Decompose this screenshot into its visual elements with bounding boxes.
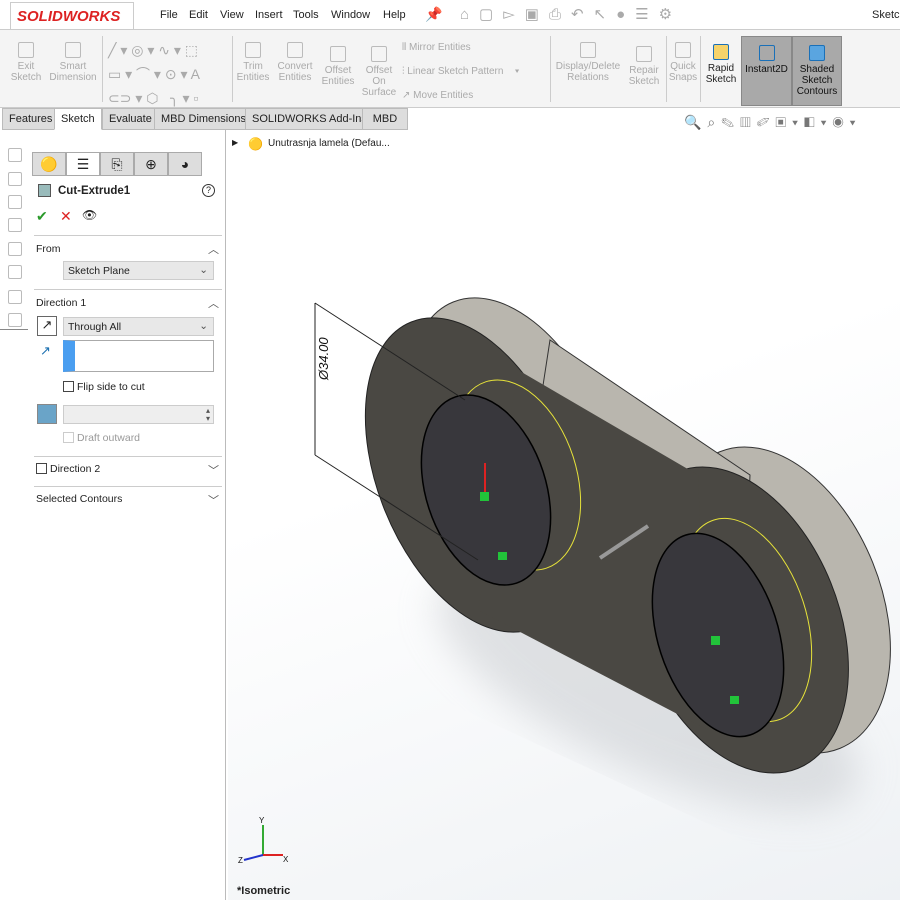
relation-icon	[498, 552, 507, 560]
exit-sketch-button[interactable]: Exit Sketch	[6, 42, 46, 83]
view-heads-up-toolbar[interactable]: 🔍⌕✎▥✐▣▾◧▾◉▾	[684, 114, 861, 131]
tab-evaluate[interactable]: Evaluate	[102, 108, 159, 130]
dimxpert-manager-tab[interactable]: ⊕	[134, 152, 168, 176]
dimxpert-icon[interactable]	[8, 242, 22, 256]
sketch-label: Sketch	[872, 9, 900, 21]
view-orientation-label: *Isometric	[237, 885, 291, 897]
smart-dimension-button[interactable]: Smart Dimension	[46, 42, 100, 83]
expand-icon[interactable]: ﹀	[208, 462, 219, 478]
collapse-icon[interactable]: ︿	[208, 295, 219, 311]
offset-entities-button[interactable]: Offset Entities	[318, 46, 358, 87]
menu-window[interactable]: Window	[331, 9, 370, 21]
trim-entities-button[interactable]: Trim Entities	[234, 42, 272, 83]
display-manager-tab[interactable]: ◕	[168, 152, 202, 176]
solidworks-logo[interactable]: SOLIDWORKS	[10, 2, 134, 30]
quick-snaps-button[interactable]: Quick Snaps	[667, 42, 699, 83]
tab-sketch[interactable]: Sketch	[54, 108, 102, 130]
property-manager: 🟡 ☰ ⎘ ⊕ ◕ Cut-Extrude1 ? ✔ ✕ 👁 From ︿ Sk…	[30, 130, 226, 900]
title-bar: SOLIDWORKS File Edit View Insert Tools W…	[0, 0, 900, 30]
property-manager-tab[interactable]: ☰	[66, 152, 100, 176]
tab-mbd-dimensions[interactable]: MBD Dimensions	[154, 108, 253, 130]
direction1-section-label[interactable]: Direction 1	[36, 297, 86, 309]
convert-entities-button[interactable]: Convert Entities	[274, 42, 316, 83]
draft-angle-spinner[interactable]: ▴ ▾	[63, 405, 214, 424]
diameter-dimension[interactable]: Ø34.00	[316, 337, 331, 381]
menu-help[interactable]: Help	[383, 9, 406, 21]
from-select[interactable]: Sketch Plane ⌄	[63, 261, 214, 280]
cut-extrude-icon	[38, 184, 51, 197]
expand-icon[interactable]: ﹀	[208, 492, 219, 508]
direction-arrow-icon: ↗	[40, 343, 51, 358]
chevron-down-icon: ⌄	[199, 264, 208, 276]
from-section-label[interactable]: From	[36, 243, 61, 255]
relation-icon	[730, 696, 739, 704]
menu-edit[interactable]: Edit	[189, 9, 208, 21]
svg-text:X: X	[283, 855, 289, 864]
rapid-sketch-button[interactable]: Rapid Sketch	[702, 44, 740, 85]
tab-solidworks-add-ins[interactable]: SOLIDWORKS Add-Ins	[245, 108, 374, 130]
feature-title: Cut-Extrude1	[58, 185, 131, 197]
command-tabs: Features Sketch Evaluate MBD Dimensions …	[0, 108, 410, 130]
tab-mbd[interactable]: MBD	[362, 108, 408, 130]
collapse-icon[interactable]: ︿	[208, 241, 219, 257]
svg-text:Y: Y	[259, 816, 265, 825]
repair-sketch-button[interactable]: Repair Sketch	[624, 46, 664, 87]
mirror-entities-button[interactable]: ⫴ Mirror Entities	[402, 42, 471, 53]
selected-contours-section-label[interactable]: Selected Contours	[36, 493, 122, 505]
display-delete-relations-button[interactable]: Display/Delete Relations	[555, 42, 621, 83]
dimxpert-toolbar	[0, 140, 28, 330]
triad-icon: Y X Z	[238, 816, 289, 865]
shaded-sketch-contours-button[interactable]: Shaded Sketch Contours	[792, 36, 842, 106]
flip-side-checkbox[interactable]: Flip side to cut	[63, 381, 145, 393]
direction2-checkbox[interactable]: Direction 2	[36, 463, 100, 475]
dimxpert-icon[interactable]	[8, 313, 22, 327]
relation-icon	[480, 492, 489, 501]
reverse-direction-button[interactable]: ↗	[37, 316, 57, 336]
preview-eye-icon[interactable]: 👁	[82, 208, 97, 222]
move-entities-button[interactable]: ↗ Move Entities	[402, 90, 473, 101]
part-model[interactable]: Ø34.00 Y X Z	[228, 130, 900, 900]
dimxpert-icon[interactable]	[8, 148, 22, 162]
menu-tools[interactable]: Tools	[293, 9, 319, 21]
cancel-button[interactable]: ✕	[60, 208, 72, 225]
dimxpert-icon[interactable]	[8, 265, 22, 279]
draft-outward-checkbox[interactable]: Draft outward	[63, 432, 140, 444]
dimxpert-icon[interactable]	[8, 290, 22, 304]
linear-sketch-pattern-button[interactable]: ⫶ Linear Sketch Pattern ▾	[402, 66, 519, 77]
menu-view[interactable]: View	[220, 9, 244, 21]
sketch-entity-tools[interactable]: ╱ ▾ ◎ ▾ ∿ ▾ ⬚ ▭ ▾ ⌒ ▾ ⊙ ▾ A ⊂⊃ ▾ ⬡ ╮ ▾ ▫	[108, 38, 228, 110]
direction-selection-box[interactable]	[63, 340, 214, 372]
relation-icon	[711, 636, 720, 645]
instant2d-button[interactable]: Instant2D	[741, 36, 792, 106]
quick-access-icons[interactable]: ⌂▢▻▣⎙↶↖●☰⚙	[460, 5, 682, 23]
feature-manager-tab[interactable]: 🟡	[32, 152, 66, 176]
configuration-manager-tab[interactable]: ⎘	[100, 152, 134, 176]
tab-features[interactable]: Features	[2, 108, 60, 130]
help-icon[interactable]: ?	[202, 184, 215, 197]
chevron-down-icon: ⌄	[199, 320, 208, 332]
graphics-area[interactable]: ▶ 🟡 Unutrasnja lamela (Defau... Ø34.00 Y…	[228, 130, 900, 900]
draft-toggle-button[interactable]	[37, 404, 57, 424]
dimxpert-icon[interactable]	[8, 218, 22, 232]
menu-insert[interactable]: Insert	[255, 9, 283, 21]
dimxpert-icon[interactable]	[8, 172, 22, 186]
svg-text:Z: Z	[238, 856, 243, 865]
offset-on-surface-button[interactable]: Offset On Surface	[360, 46, 398, 98]
command-manager: Exit Sketch Smart Dimension ╱ ▾ ◎ ▾ ∿ ▾ …	[0, 30, 900, 108]
ok-button[interactable]: ✔	[36, 208, 48, 225]
end-condition-select[interactable]: Through All ⌄	[63, 317, 214, 336]
dimxpert-icon[interactable]	[8, 195, 22, 209]
menu-file[interactable]: File	[160, 9, 178, 21]
pin-icon[interactable]: 📌	[425, 6, 442, 23]
